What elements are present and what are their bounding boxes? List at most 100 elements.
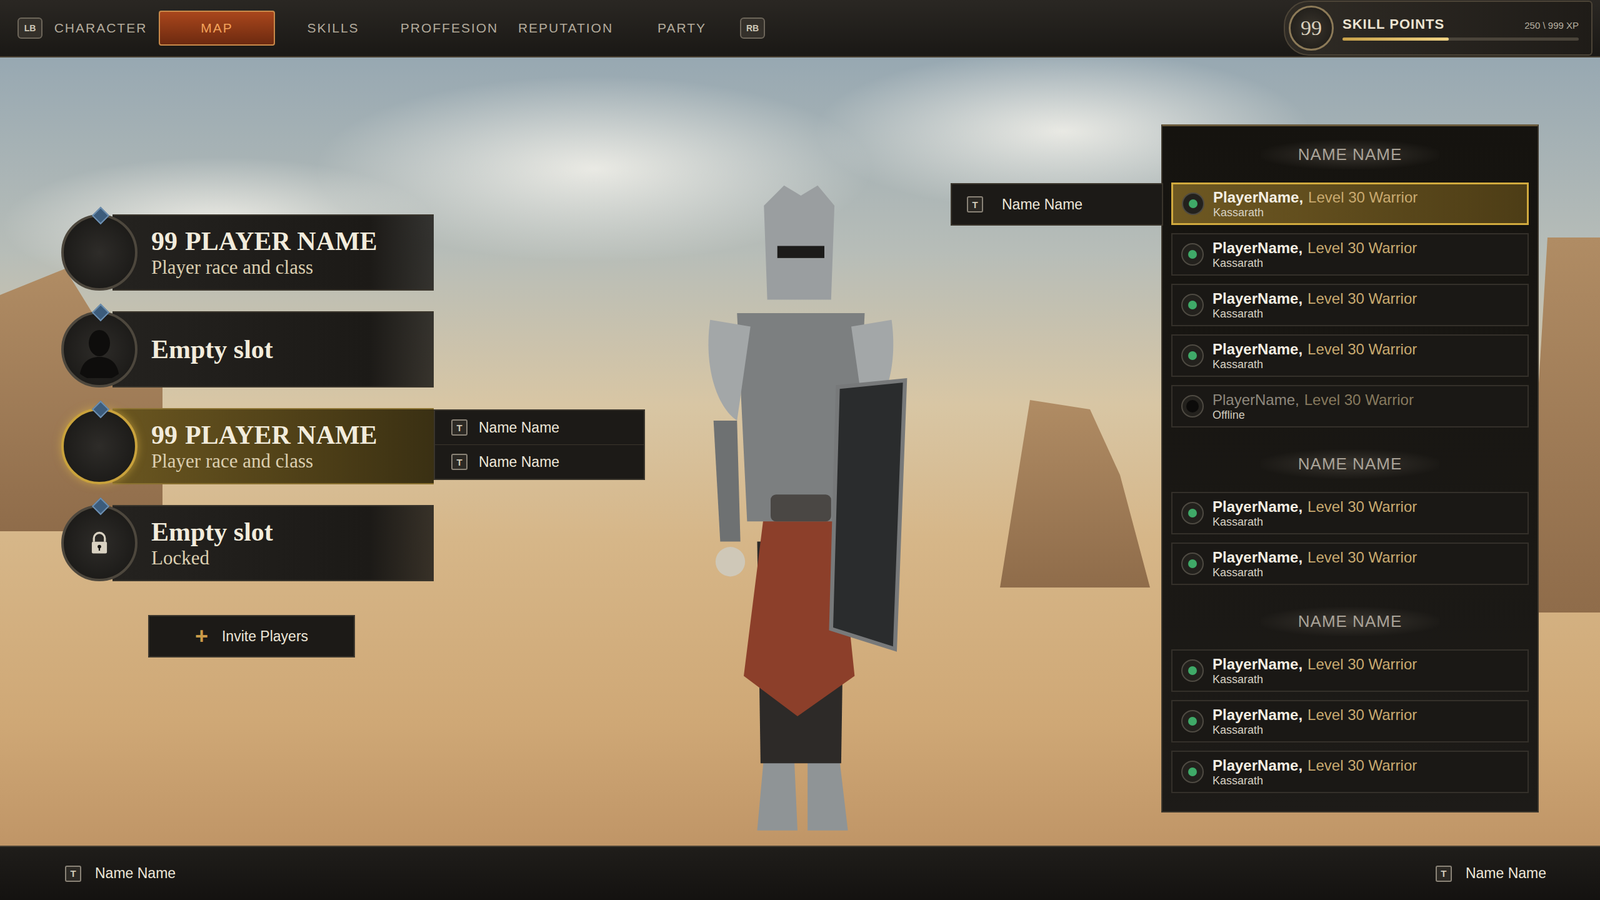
rb-key[interactable]: RB [740, 17, 765, 39]
lb-key[interactable]: LB [17, 17, 43, 39]
group-header: NAME NAME [1171, 593, 1529, 650]
gem-icon [91, 206, 110, 225]
status-dot [1181, 344, 1204, 367]
key-icon: T [966, 196, 984, 213]
player-location: Kassarath [1212, 774, 1417, 788]
player-row[interactable]: PlayerName, Level 30 Warrior Kassarath [1171, 334, 1529, 377]
key-icon: T [65, 865, 82, 882]
xp-reading: 250 \ 999 XP [1524, 20, 1579, 31]
player-name: PlayerName, [1212, 655, 1303, 674]
player-row[interactable]: PlayerName, Level 30 Warrior Kassarath [1171, 542, 1529, 585]
lock-icon [85, 529, 114, 557]
group-header: NAME NAME [1171, 126, 1529, 183]
slot-title: PLAYER NAME [185, 226, 378, 256]
player-row[interactable]: PlayerName, Level 30 Warrior Kassarath [1171, 750, 1529, 794]
skill-points: 99 SKILL POINTS 250 \ 999 XP [1283, 0, 1593, 56]
status-dot [1181, 552, 1204, 575]
status-dot [1181, 192, 1205, 215]
status-dot [1181, 659, 1204, 682]
gem-icon [91, 400, 110, 419]
party-slots: 99 PLAYER NAME Player race and class Emp… [0, 57, 434, 846]
party-slot[interactable]: 99 PLAYER NAME Player race and class T N… [61, 408, 434, 485]
player-row[interactable]: PlayerName, Level 30 Warrior Kassarath [1171, 649, 1529, 692]
player-name: PlayerName, [1212, 498, 1303, 516]
slot-title: PLAYER NAME [185, 420, 378, 450]
invite-button[interactable]: + Invite Players [148, 615, 355, 658]
player-info: Level 30 Warrior [1307, 340, 1417, 359]
skill-points-label: SKILL POINTS [1342, 16, 1445, 33]
player-info: Level 30 Warrior [1307, 498, 1417, 516]
silhouette-icon [68, 318, 131, 381]
tab[interactable]: REPUTATION [507, 11, 624, 45]
status-dot [1181, 710, 1204, 733]
player-info: Level 30 Warrior [1307, 655, 1417, 674]
bottom-hint[interactable]: T Name Name [1435, 865, 1547, 882]
party-slot[interactable]: Empty slot [61, 311, 434, 388]
player-name: PlayerName, [1213, 188, 1304, 207]
gem-icon [91, 497, 110, 515]
player-name: PlayerName, [1212, 548, 1303, 567]
status-dot [1181, 501, 1204, 525]
bottom-hint[interactable]: T Name Name [65, 865, 176, 882]
slot-rank: 99 [151, 420, 178, 450]
player-name: PlayerName, [1212, 756, 1303, 775]
status-dot [1181, 395, 1204, 418]
player-row[interactable]: PlayerName, Level 30 Warrior Offline [1171, 385, 1529, 428]
slot-title: Empty slot [151, 517, 274, 547]
key-icon: T [451, 419, 468, 436]
plus-icon: + [195, 625, 209, 648]
tab[interactable]: SKILLS [275, 11, 392, 45]
player-name: PlayerName, [1212, 290, 1303, 308]
player-info: Level 30 Warrior [1304, 391, 1414, 409]
bottom-bar: T Name Name T Name Name [0, 845, 1600, 900]
player-location: Offline [1212, 408, 1414, 422]
player-name: PlayerName, [1212, 239, 1303, 257]
status-dot [1181, 243, 1204, 266]
slot-menu: T Name NameT Name Name [433, 409, 645, 480]
party-slot[interactable]: 99 PLAYER NAME Player race and class [61, 214, 434, 291]
player-location: Kassarath [1212, 723, 1417, 737]
slot-rank: 99 [151, 226, 178, 256]
slot-menu-item[interactable]: T Name Name [435, 410, 644, 445]
player-name: PlayerName, [1212, 706, 1303, 724]
avatar [61, 505, 138, 582]
tab[interactable]: PROFFESION [391, 11, 508, 45]
slot-subtitle: Locked [151, 547, 274, 569]
tab[interactable]: MAP [158, 10, 275, 46]
player-location: Kassarath [1212, 566, 1417, 580]
player-row[interactable]: PlayerName, Level 30 Warrior Kassarath [1171, 283, 1529, 327]
player-info: Level 30 Warrior [1307, 706, 1417, 724]
player-row[interactable]: PlayerName, Level 30 Warrior Kassarath [1171, 233, 1529, 276]
game-screen: LB CHARACTERMAPSKILLSPROFFESIONREPUTATIO… [0, 0, 1600, 900]
tab[interactable]: PARTY [623, 11, 740, 45]
player-row[interactable]: PlayerName, Level 30 Warrior Kassarath T… [1171, 182, 1529, 225]
party-slot[interactable]: Empty slot Locked [61, 505, 434, 582]
status-dot [1181, 293, 1204, 317]
player-row[interactable]: PlayerName, Level 30 Warrior Kassarath [1171, 700, 1529, 743]
avatar [61, 214, 138, 291]
player-info: Level 30 Warrior [1307, 756, 1417, 775]
key-icon: T [1435, 865, 1452, 882]
player-row[interactable]: PlayerName, Level 30 Warrior Kassarath [1171, 491, 1529, 535]
key-icon: T [451, 453, 468, 470]
skill-points-badge: 99 [1288, 5, 1334, 51]
player-info: Level 30 Warrior [1308, 188, 1418, 207]
group-header: NAME NAME [1171, 435, 1529, 492]
player-location: Kassarath [1212, 673, 1417, 687]
xp-bar [1342, 37, 1579, 41]
slot-subtitle: Player race and class [151, 450, 378, 472]
player-location: Kassarath [1212, 515, 1417, 529]
slot-menu-item[interactable]: T Name Name [435, 445, 644, 479]
tab-bar: LB CHARACTERMAPSKILLSPROFFESIONREPUTATIO… [17, 10, 765, 46]
player-name: PlayerName, [1212, 391, 1300, 409]
gem-icon [91, 303, 110, 322]
warrior-figure [663, 163, 932, 839]
avatar [61, 408, 138, 485]
friends-panel: NAME NAME PlayerName, Level 30 Warrior K… [1161, 124, 1539, 813]
player-menu[interactable]: T Name Name [950, 183, 1164, 226]
player-info: Level 30 Warrior [1307, 548, 1417, 567]
player-location: Kassarath [1213, 206, 1418, 220]
tab[interactable]: CHARACTER [42, 11, 159, 45]
player-info: Level 30 Warrior [1307, 290, 1417, 308]
player-location: Kassarath [1212, 358, 1417, 372]
